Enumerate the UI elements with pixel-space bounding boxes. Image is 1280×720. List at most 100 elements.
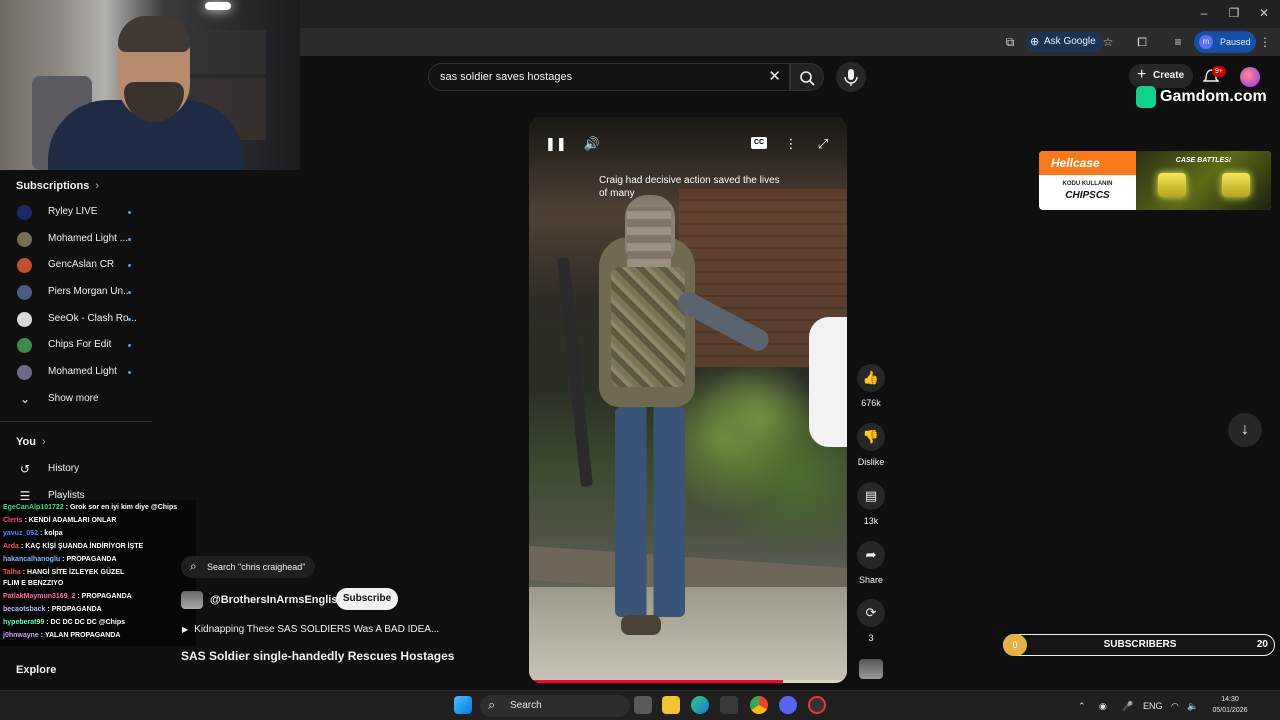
hellcase-brand: Hellcase: [1039, 151, 1136, 175]
edge-icon[interactable]: [691, 696, 709, 714]
volume-icon[interactable]: 🔊: [582, 135, 602, 153]
chat-username: Cleris: [3, 517, 23, 524]
new-content-dot: [128, 344, 131, 347]
live-dot: [128, 211, 131, 214]
sidebar-item-subscription[interactable]: Piers Morgan Un...: [0, 279, 150, 305]
speaker-icon[interactable]: 🔈: [1187, 698, 1198, 714]
chat-username: becaotsback: [3, 606, 46, 613]
maximize-button[interactable]: ❐: [1224, 4, 1244, 22]
you-header[interactable]: You ›: [16, 436, 46, 448]
channel-avatar: [17, 232, 32, 247]
subscribe-button[interactable]: Subscribe: [336, 588, 398, 610]
store-icon[interactable]: [720, 696, 738, 714]
chat-username: FLIM E BENZZIYO: [3, 580, 64, 587]
sidebar-item-subscription[interactable]: GencAslan CR: [0, 252, 150, 278]
share-button[interactable]: ➦: [857, 541, 885, 569]
microphone-tray-icon[interactable]: 🎤: [1122, 698, 1133, 714]
obs-icon[interactable]: [808, 696, 826, 714]
channel-name[interactable]: @BrothersInArmsEnglish: [210, 592, 344, 608]
notification-badge: 9+: [1212, 66, 1226, 77]
sidebar-item-label: Mohamed Light ...: [48, 233, 129, 244]
sidebar-item-history[interactable]: ↺ History: [0, 456, 150, 482]
search-suggestion-chip[interactable]: Search "chris craighead": [181, 555, 316, 578]
remix-button[interactable]: ⟳: [857, 599, 885, 627]
thumbs-down-icon: 👎: [862, 429, 880, 444]
clear-search-icon[interactable]: ✕: [768, 64, 781, 90]
minimize-button[interactable]: –: [1194, 4, 1214, 22]
media-controls-icon[interactable]: ≡: [1170, 33, 1186, 51]
video-face-blur: [627, 207, 671, 267]
sidebar-item-subscription[interactable]: Mohamed Light: [0, 359, 150, 385]
chrome-icon[interactable]: [750, 696, 768, 714]
subscriptions-header[interactable]: Subscriptions ›: [16, 180, 99, 192]
sidebar-item-label: History: [48, 463, 80, 474]
extensions-icon[interactable]: ⧠: [1134, 33, 1150, 51]
captions-button[interactable]: CC: [751, 137, 767, 149]
sidebar-item-subscription[interactable]: Mohamed Light ...: [0, 226, 150, 252]
chest-icon: [1222, 173, 1250, 197]
taskbar-search[interactable]: Search: [480, 694, 630, 717]
sidebar-divider: [0, 421, 152, 422]
ask-google-button[interactable]: Ask Google: [1026, 32, 1104, 52]
chat-message: yavuz_052: kolpa: [3, 529, 63, 539]
subscriber-goal-label: SUBSCRIBERS: [1103, 639, 1177, 650]
video-title[interactable]: SAS Soldier single-handedly Rescues Host…: [181, 649, 454, 663]
discord-tray-icon[interactable]: ◉: [1099, 698, 1107, 714]
bookmark-star-icon[interactable]: ☆: [1100, 33, 1116, 51]
task-view-icon[interactable]: [634, 696, 652, 714]
related-video-link[interactable]: Kidnapping These SAS SOLDIERS Was A BAD …: [182, 624, 439, 635]
pause-icon[interactable]: ❚❚: [545, 135, 567, 153]
comments-button[interactable]: ▤: [857, 482, 885, 510]
chat-username: hakancalhanoglu: [3, 556, 61, 563]
chat-text: : PROPAGANDA: [47, 606, 102, 613]
hellcase-code: CHIPSCS: [1065, 190, 1110, 201]
chat-message: PatlakMaymun3169_2: PROPAGANDA: [3, 592, 132, 602]
chat-text: : PROPAGANDA: [77, 593, 132, 600]
fullscreen-icon[interactable]: ⤢: [813, 135, 833, 153]
cast-icon[interactable]: ⧉: [1002, 33, 1018, 51]
history-icon: ↺: [19, 462, 31, 476]
search-input[interactable]: sas soldier saves hostages ✕: [428, 63, 790, 91]
sidebar-item-subscription[interactable]: SeeOk - Clash Ro...: [0, 306, 150, 332]
chevron-up-icon[interactable]: ⌃: [1078, 698, 1086, 714]
windows-start-icon[interactable]: [454, 696, 472, 714]
profile-paused-button[interactable]: m Paused: [1194, 31, 1256, 53]
dislike-button[interactable]: 👎: [857, 423, 885, 451]
shorts-player[interactable]: ❚❚ 🔊 CC ⋮ ⤢ Craig had decisive action sa…: [529, 117, 847, 683]
close-window-button[interactable]: ✕: [1254, 4, 1274, 22]
voice-search-button[interactable]: [836, 62, 866, 92]
wifi-icon[interactable]: ◠: [1171, 698, 1179, 714]
chest-icon: [1158, 173, 1186, 197]
gamdom-mark-icon: [1136, 86, 1156, 108]
sound-avatar[interactable]: [859, 659, 883, 679]
microphone-icon: [844, 69, 858, 86]
hellcase-line: KODU KULLANIN: [1062, 181, 1113, 187]
video-progress-bar[interactable]: [529, 680, 847, 683]
sidebar-show-more[interactable]: ⌄ Show more: [0, 386, 150, 412]
channel-avatar[interactable]: [181, 591, 203, 609]
dislike-label: Dislike: [857, 457, 885, 467]
search-button[interactable]: [790, 63, 824, 91]
browser-menu-icon[interactable]: ⋮: [1258, 33, 1272, 51]
sidebar-item-subscription[interactable]: Chips For Edit: [0, 332, 150, 358]
chat-text: : KAÇ KİŞİ ŞUANDA İNDİRİYOR İŞTE: [20, 543, 144, 550]
next-short-button[interactable]: ↓: [1228, 413, 1262, 447]
sidebar-item-subscription[interactable]: Ryley LIVE: [0, 199, 150, 225]
sidebar-explore-header[interactable]: Explore: [16, 664, 56, 676]
chat-message: Cleris: KENDİ ADAMLARI ONLAR: [3, 516, 116, 526]
more-options-icon[interactable]: ⋮: [781, 135, 801, 153]
chat-username: j0hnwayne: [3, 632, 39, 639]
taskbar-clock[interactable]: 14:30 05/01/2026: [1205, 694, 1255, 716]
comment-icon: ▤: [864, 488, 878, 503]
chevron-right-icon: ›: [95, 180, 100, 192]
you-header-label: You: [16, 436, 36, 448]
new-content-dot: [128, 291, 131, 294]
language-indicator[interactable]: ENG: [1143, 698, 1163, 714]
file-explorer-icon[interactable]: [662, 696, 680, 714]
video-soldier-legs: [615, 407, 685, 617]
chat-username: Talha: [3, 569, 21, 576]
like-button[interactable]: 👍: [857, 364, 885, 392]
share-icon: ➦: [865, 547, 877, 562]
discord-icon[interactable]: [779, 696, 797, 714]
video-soldier-vest: [611, 267, 685, 387]
